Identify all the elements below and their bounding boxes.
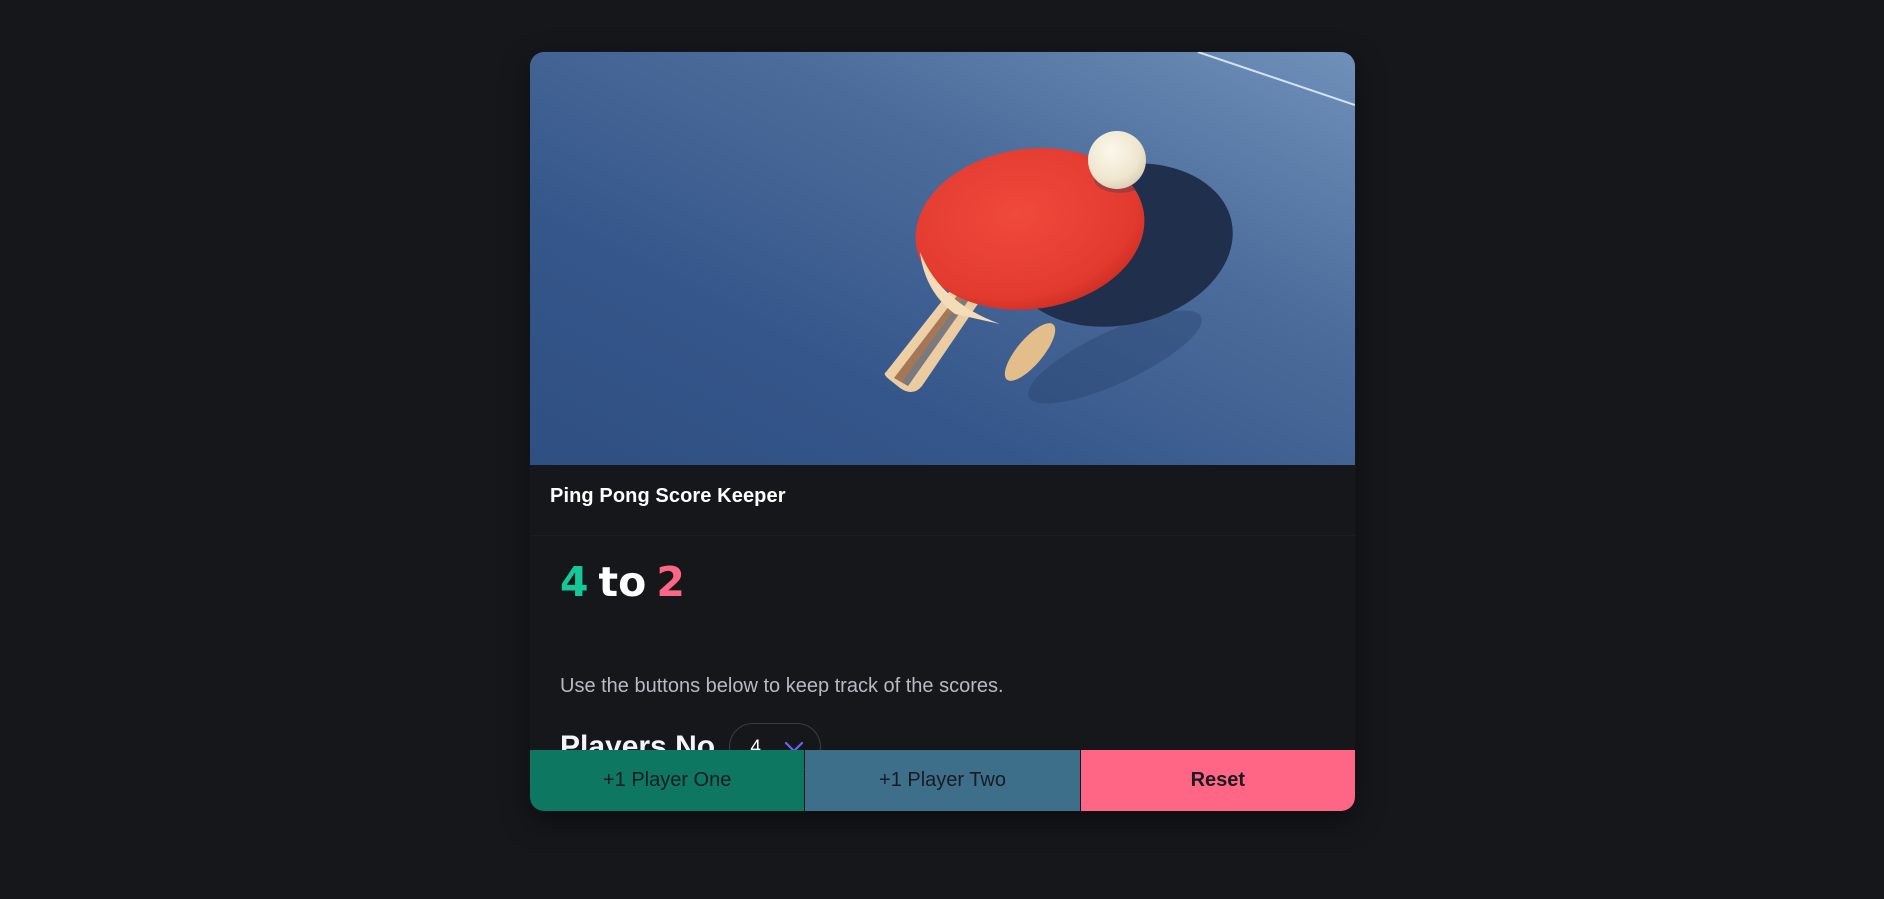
action-buttons: +1 Player One +1 Player Two Reset bbox=[530, 750, 1355, 811]
reset-button[interactable]: Reset bbox=[1080, 750, 1355, 811]
player-two-button[interactable]: +1 Player Two bbox=[805, 750, 1080, 811]
ball-icon bbox=[1088, 131, 1146, 193]
score-keeper-card: Ping Pong Score Keeper 4 to 2 Use the butt… bbox=[530, 52, 1355, 811]
card-title: Ping Pong Score Keeper bbox=[550, 485, 786, 507]
score-separator: to bbox=[598, 558, 647, 606]
player-one-button[interactable]: +1 Player One bbox=[530, 750, 805, 811]
ping-pong-hero-image bbox=[530, 52, 1355, 465]
player-two-score: 2 bbox=[656, 558, 685, 606]
instructions-text: Use the buttons below to keep track of t… bbox=[560, 675, 1004, 697]
score-display: 4 to 2 bbox=[560, 554, 685, 610]
card-header: Ping Pong Score Keeper bbox=[530, 465, 1355, 535]
player-one-score: 4 bbox=[560, 558, 589, 606]
